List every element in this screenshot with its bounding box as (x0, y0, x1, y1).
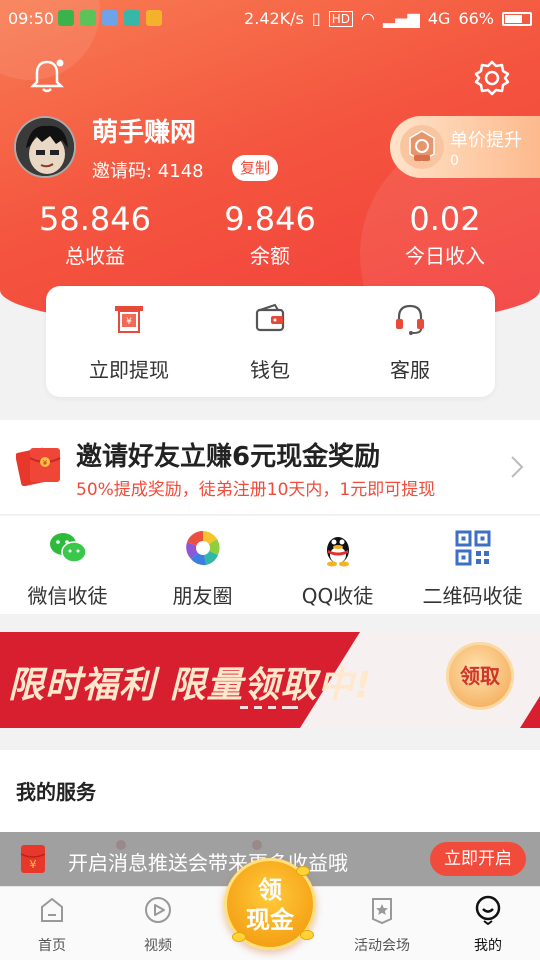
carousel-dot (254, 706, 262, 709)
enable-push-button[interactable]: 立即开启 (430, 842, 526, 876)
wallet-icon (255, 303, 285, 332)
quick-actions-card: ¥ 立即提现 钱包 客服 (46, 286, 495, 397)
svg-text:¥: ¥ (126, 317, 132, 327)
signal-icon: ▂▄▆ (382, 9, 420, 28)
profile-icon (475, 895, 501, 926)
stat-label: 今日收入 (405, 244, 485, 268)
home-icon (41, 897, 63, 922)
share-moments-label: 朋友圈 (172, 584, 233, 608)
copy-button[interactable]: 复制 (232, 155, 279, 181)
my-services-section: 我的服务 (0, 750, 540, 830)
username: 萌手赚网 (92, 118, 197, 148)
promo-text: 限时福利 限量领取中! (8, 665, 372, 706)
share-options: 微信收徒 朋友圈 QQ收徒 二维码收徒 (0, 516, 540, 614)
price-boost-title: 单价提升 (450, 130, 522, 151)
nav-home[interactable]: 首页 (12, 895, 92, 955)
share-qrcode-label: 二维码收徒 (422, 584, 523, 608)
app-notification-icon (146, 10, 162, 26)
promo-claim-button[interactable]: 领取 (446, 642, 514, 710)
withdraw-label: 立即提现 (89, 358, 169, 382)
invite-friends-banner[interactable]: ¥ 邀请好友立赚6元现金奖励 50%提成奖励，徒弟注册10天内，1元即可提现 (0, 420, 540, 514)
activity-icon (372, 898, 392, 925)
stat-value: 0.02 (409, 200, 481, 238)
stat-value: 9.846 (224, 200, 316, 238)
battery-icon (502, 11, 532, 26)
nav-home-label: 首页 (38, 938, 66, 954)
wallet-button[interactable]: 钱包 (195, 302, 345, 383)
network-speed: 2.42K/s (244, 9, 304, 28)
qrcode-icon (455, 530, 490, 566)
carousel-dot-active (282, 706, 298, 709)
carousel-dot (240, 706, 248, 709)
moments-icon (185, 530, 220, 566)
withdraw-icon: ¥ (115, 306, 143, 333)
carousel-indicator (240, 706, 298, 709)
nav-activity-label: 活动会场 (354, 938, 410, 954)
hd-icon: HD (328, 10, 353, 27)
promo-banner[interactable]: 限时福利 限量领取中! 领取 (0, 632, 540, 728)
app-notification-icon (124, 10, 140, 26)
float-cash-line2: 现金 (246, 906, 294, 934)
invite-banner-title: 邀请好友立赚6元现金奖励 (76, 442, 381, 472)
share-wechat-label: 微信收徒 (27, 584, 108, 608)
chevron-right-icon (511, 456, 524, 478)
status-time: 09:50 (8, 9, 55, 28)
video-icon (145, 897, 171, 923)
stat-balance[interactable]: 9.846 余额 (180, 200, 360, 269)
gear-icon[interactable] (474, 60, 510, 96)
status-app-icons (58, 10, 162, 26)
network-type: 4G (427, 9, 451, 28)
qq-icon (326, 537, 349, 567)
wechat-icon (49, 533, 87, 563)
app-notification-icon (102, 10, 118, 26)
withdraw-button[interactable]: ¥ 立即提现 (54, 302, 204, 383)
red-envelope-icon: ¥ (20, 845, 46, 873)
battery-level: 66% (458, 9, 494, 28)
stat-label: 余额 (250, 244, 290, 268)
wechat-notification-icon (58, 10, 74, 26)
coin-decoration (232, 932, 246, 942)
nav-video-label: 视频 (144, 938, 172, 954)
float-cash-line1: 领 (258, 876, 282, 904)
red-envelope-icon: ¥ (16, 447, 61, 486)
nav-profile[interactable]: 我的 (448, 895, 528, 955)
invite-banner-subtitle: 50%提成奖励，徒弟注册10天内，1元即可提现 (76, 480, 436, 500)
wallet-label: 钱包 (250, 358, 290, 382)
nav-profile-label: 我的 (474, 938, 502, 954)
share-wechat[interactable]: 微信收徒 (0, 528, 135, 609)
price-boost-count: 0 (450, 153, 459, 169)
vibrate-icon: ▯ (311, 9, 321, 28)
stat-today-income[interactable]: 0.02 今日收入 (355, 200, 535, 269)
app-notification-icon (80, 10, 96, 26)
invite-code: 邀请码: 4148 (92, 161, 204, 182)
status-bar: 09:50 2.42K/s ▯ HD ◠ ▂▄▆ 4G 66% (0, 0, 540, 38)
price-boost-card[interactable]: 单价提升 0 (390, 116, 540, 178)
share-moments[interactable]: 朋友圈 (135, 528, 270, 609)
nav-activity[interactable]: 活动会场 (342, 895, 422, 955)
nav-video[interactable]: 视频 (118, 895, 198, 955)
carousel-dot (268, 706, 276, 709)
stat-total-earnings[interactable]: 58.846 总收益 (5, 200, 185, 269)
avatar[interactable] (14, 116, 76, 178)
coin-decoration (300, 930, 314, 940)
coin-decoration (296, 866, 310, 876)
stat-value: 58.846 (39, 200, 151, 238)
headset-icon (396, 304, 424, 335)
share-qq-label: QQ收徒 (301, 584, 374, 608)
services-title: 我的服务 (16, 780, 96, 804)
wifi-icon: ◠ (360, 9, 375, 28)
svg-text:¥: ¥ (43, 459, 48, 467)
customer-service-button[interactable]: 客服 (335, 302, 485, 383)
svg-text:¥: ¥ (30, 858, 37, 871)
status-right: 2.42K/s ▯ HD ◠ ▂▄▆ 4G 66% (244, 9, 532, 28)
stat-label: 总收益 (65, 244, 125, 268)
bell-icon[interactable] (30, 58, 64, 94)
badge-icon (400, 125, 444, 169)
share-qq[interactable]: QQ收徒 (270, 528, 405, 609)
customer-service-label: 客服 (390, 358, 430, 382)
share-qrcode[interactable]: 二维码收徒 (405, 528, 540, 609)
